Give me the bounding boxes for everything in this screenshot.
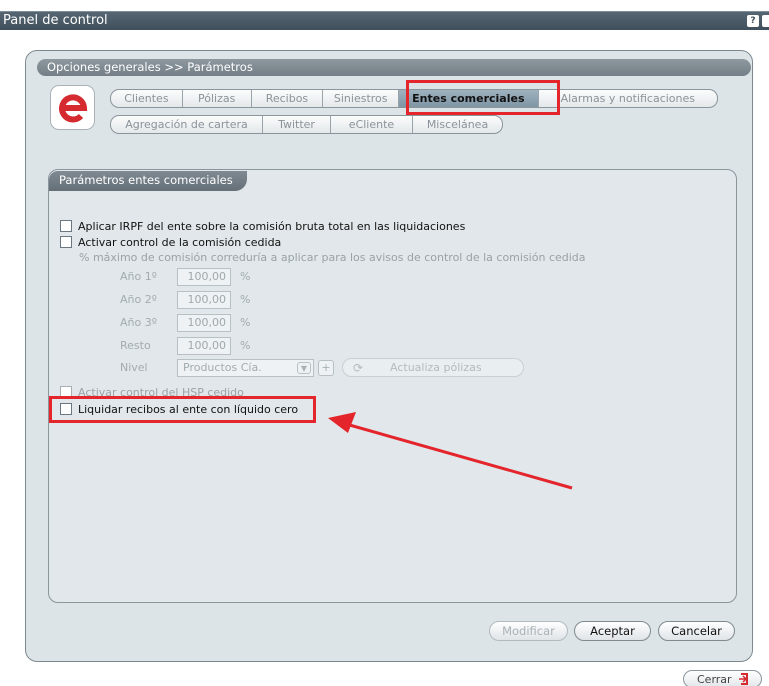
- nivel-select-value: Productos Cía.: [183, 361, 262, 374]
- actualiza-polizas-button[interactable]: ⟳ Actualiza pólizas: [342, 358, 524, 377]
- highlight-tab-box: [406, 80, 560, 115]
- year2-unit: %: [240, 293, 251, 306]
- year1-input[interactable]: 100,00: [177, 268, 231, 286]
- resto-unit: %: [240, 339, 251, 352]
- check-control-row: Activar control de la comisión cedida: [60, 235, 281, 249]
- tab-agregacion-cartera[interactable]: Agregación de cartera: [111, 116, 263, 133]
- year3-label: Año 3º: [120, 316, 157, 329]
- check-irpf-row: Aplicar IRPF del ente sobre la comisión …: [60, 219, 465, 233]
- checkbox-control-comision[interactable]: [60, 236, 72, 248]
- year1-unit: %: [240, 270, 251, 283]
- panel-title: Parámetros entes comerciales: [49, 171, 247, 191]
- cerrar-button[interactable]: Cerrar: [683, 670, 762, 686]
- year1-label: Año 1º: [120, 270, 157, 283]
- nivel-label: Nivel: [120, 361, 148, 374]
- logo-e-icon: [59, 94, 88, 123]
- checkbox-irpf-label: Aplicar IRPF del ente sobre la comisión …: [78, 219, 466, 233]
- tab-siniestros[interactable]: Siniestros: [323, 90, 400, 107]
- year2-label: Año 2º: [120, 293, 157, 306]
- modificar-button[interactable]: Modificar: [489, 621, 568, 641]
- aceptar-button[interactable]: Aceptar: [574, 621, 651, 641]
- tab-polizas[interactable]: Pólizas: [183, 90, 252, 107]
- tab-alarmas-notificaciones[interactable]: Alarmas y notificaciones: [539, 90, 717, 107]
- resto-label: Resto: [120, 339, 151, 352]
- tab-twitter[interactable]: Twitter: [263, 116, 331, 133]
- year3-unit: %: [240, 316, 251, 329]
- breadcrumb-text: Opciones generales >> Parámetros: [47, 60, 253, 74]
- window-titlebar: Panel de control ?: [0, 11, 769, 30]
- tab-row-secondary: Agregación de cartera Twitter eCliente M…: [110, 115, 503, 134]
- cancelar-button[interactable]: Cancelar: [658, 621, 735, 641]
- tab-clientes[interactable]: Clientes: [111, 90, 183, 107]
- window-control-icon[interactable]: [762, 15, 769, 27]
- help-icon[interactable]: ?: [747, 15, 759, 27]
- highlight-option-box: [49, 396, 316, 423]
- resto-input[interactable]: 100,00: [177, 337, 231, 355]
- window-title: Panel de control: [3, 13, 108, 28]
- checkbox-control-label: Activar control de la comisión cedida: [78, 235, 282, 249]
- max-commission-note: % máximo de comisión correduría a aplica…: [79, 251, 586, 264]
- chevron-down-icon[interactable]: ▼: [297, 362, 311, 374]
- exit-icon: [739, 673, 748, 685]
- tab-ecliente[interactable]: eCliente: [331, 116, 413, 133]
- actualiza-polizas-label: Actualiza pólizas: [390, 361, 482, 374]
- cerrar-label: Cerrar: [697, 673, 732, 686]
- app-logo: [50, 85, 95, 130]
- tab-recibos[interactable]: Recibos: [252, 90, 324, 107]
- tab-miscelanea[interactable]: Miscelánea: [413, 116, 502, 133]
- year3-input[interactable]: 100,00: [177, 314, 231, 332]
- breadcrumb: Opciones generales >> Parámetros: [37, 59, 751, 76]
- year2-input[interactable]: 100,00: [177, 291, 231, 309]
- nivel-select[interactable]: Productos Cía. ▼: [177, 359, 314, 377]
- checkbox-irpf[interactable]: [60, 220, 72, 232]
- add-icon[interactable]: +: [318, 360, 334, 376]
- refresh-icon: ⟳: [353, 361, 364, 375]
